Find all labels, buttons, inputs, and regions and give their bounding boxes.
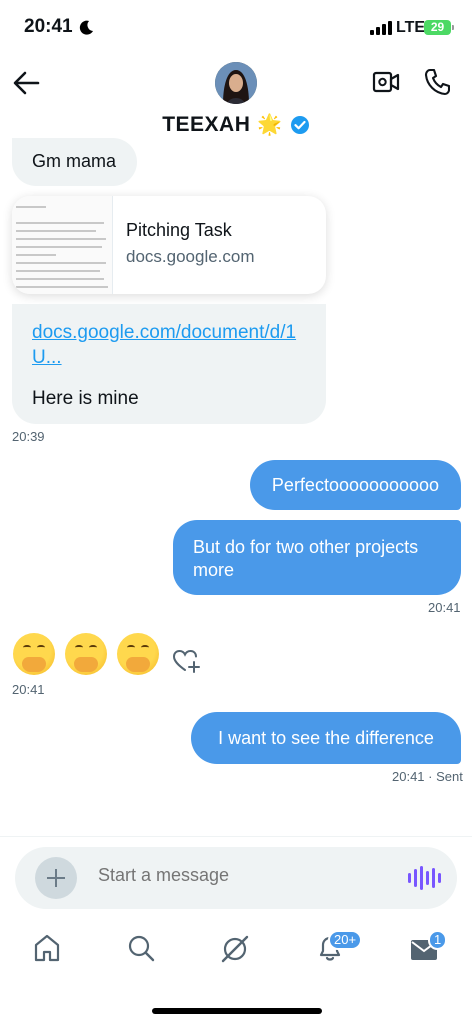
message-sent-status: 20:41 · Sent	[392, 769, 463, 784]
link-preview-thumbnail	[12, 196, 113, 294]
add-media-button[interactable]	[35, 857, 77, 899]
home-indicator	[152, 1008, 322, 1014]
incoming-message-gm[interactable]: Gm mama	[12, 138, 137, 186]
message-link[interactable]: docs.google.com/document/d/1 U...	[32, 320, 312, 370]
moon-icon	[79, 20, 93, 35]
incoming-emoji-message[interactable]	[13, 633, 159, 675]
network-label: LTE	[396, 19, 426, 36]
outgoing-message-difference[interactable]: I want to see the difference	[191, 712, 461, 764]
contact-name-row: TEEXAH 🌟	[0, 112, 472, 137]
message-timestamp: 20:39	[12, 429, 45, 444]
message-composer	[15, 847, 457, 909]
search-icon[interactable]	[127, 933, 155, 963]
message-text: Here is mine	[32, 388, 139, 409]
message-timestamp: 20:41	[12, 682, 45, 697]
notifications-badge: 20+	[328, 930, 363, 950]
outgoing-message-projects[interactable]: But do for two other projects more	[173, 520, 461, 595]
message-timestamp: 20:41	[428, 600, 461, 615]
signal-icon	[370, 21, 392, 35]
messages-badge: 1	[428, 930, 448, 950]
avatar-portrait-icon	[215, 62, 257, 104]
grok-icon[interactable]	[219, 933, 251, 965]
hand-over-mouth-emoji	[65, 633, 107, 675]
contact-name: TEEXAH	[162, 112, 251, 136]
message-input[interactable]	[98, 865, 398, 886]
video-call-icon[interactable]	[372, 70, 400, 94]
incoming-message-link: docs.google.com/document/d/1 U... Here i…	[12, 304, 326, 424]
back-arrow-icon[interactable]	[12, 70, 40, 96]
hand-over-mouth-emoji	[13, 633, 55, 675]
link-preview-title: Pitching Task	[126, 220, 232, 240]
contact-avatar[interactable]	[215, 62, 257, 104]
battery-tip	[452, 25, 454, 30]
add-reaction-heart-icon[interactable]	[172, 648, 202, 674]
battery-icon: 29	[424, 20, 451, 35]
phone-call-icon[interactable]	[424, 68, 450, 96]
star-emoji: 🌟	[257, 114, 283, 136]
composer-divider	[0, 836, 472, 837]
verified-badge-icon	[290, 115, 309, 134]
hand-over-mouth-emoji	[117, 633, 159, 675]
home-icon[interactable]	[33, 933, 61, 963]
link-preview-card[interactable]: Pitching Task docs.google.com	[12, 196, 326, 294]
status-time: 20:41	[24, 16, 73, 37]
link-preview-domain: docs.google.com	[126, 247, 255, 266]
outgoing-message-perfecto[interactable]: Perfectooooooooooo	[250, 460, 461, 510]
voice-message-icon[interactable]	[408, 866, 441, 890]
